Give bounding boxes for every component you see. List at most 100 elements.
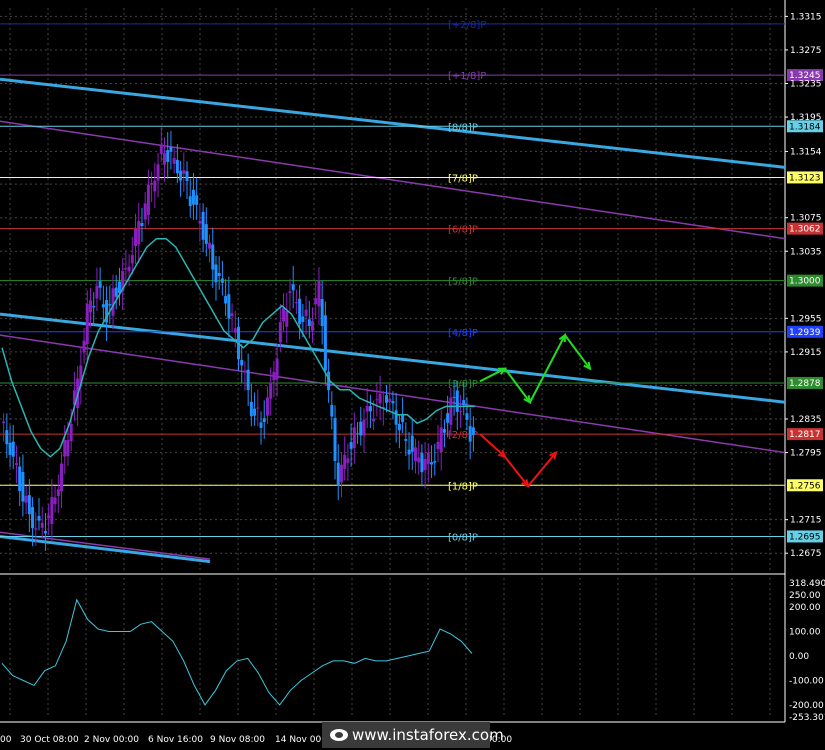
price-tick-label: 1.3315 [790, 12, 822, 22]
candle-body [111, 288, 115, 316]
candle-body [253, 408, 257, 416]
candle-body [162, 153, 166, 165]
candle-body [2, 421, 6, 424]
candle-body [426, 452, 430, 464]
candle-body [401, 414, 405, 423]
candle-body [156, 164, 160, 181]
candle-body [198, 220, 202, 224]
candle-body [314, 298, 318, 305]
candle-body [211, 244, 215, 270]
candle-body [378, 393, 382, 404]
candle-body [407, 449, 411, 455]
candle-body [150, 183, 154, 185]
candle-body [442, 429, 446, 433]
candle-body [385, 395, 389, 403]
candle-body [439, 427, 443, 453]
price-badge-text: 1.3062 [789, 225, 821, 235]
murray-level-label: [1/8]P [448, 481, 478, 492]
candle-body [246, 369, 250, 391]
candle-body [143, 203, 147, 220]
candle-body [436, 441, 440, 450]
candle-body [446, 413, 450, 423]
candle-body [214, 264, 218, 283]
price-badge-text: 1.2939 [789, 328, 821, 338]
price-badge-text: 1.2756 [789, 481, 821, 491]
candle-body [468, 426, 472, 442]
candle-body [208, 242, 212, 249]
candle-body [452, 396, 456, 398]
candle-body [204, 224, 208, 244]
candle-body [301, 316, 305, 322]
candle-body [230, 313, 234, 317]
osc-tick-label: -200.00 [789, 701, 824, 711]
candle-body [11, 441, 15, 457]
candle-body [375, 399, 379, 401]
murray-level-label: [8/8]P [448, 122, 478, 133]
time-tick-label: 2 Nov 00:00 [84, 735, 139, 745]
murray-level-label: [+2/8]P [448, 20, 486, 31]
candle-body [430, 462, 434, 465]
candle-body [275, 358, 279, 379]
candle-body [272, 372, 276, 381]
candle-body [179, 170, 183, 181]
candle-body [14, 463, 18, 466]
candle-body [455, 390, 459, 412]
candle-body [60, 463, 64, 492]
candle-body [333, 418, 337, 462]
candle-body [34, 528, 38, 530]
candle-body [134, 228, 138, 247]
price-tick-label: 1.3275 [790, 46, 822, 56]
candle-body [169, 146, 173, 152]
price-tick-label: 1.2675 [790, 549, 822, 559]
price-tick-label: 1.3154 [790, 147, 822, 157]
candle-body [359, 421, 363, 436]
price-tick-label: 1.2955 [790, 314, 822, 324]
candle-body [217, 273, 221, 277]
candle-body [285, 310, 289, 327]
candle-body [108, 304, 112, 306]
candle-body [304, 309, 308, 317]
candle-body [188, 196, 192, 207]
candle-body [101, 304, 105, 308]
candle-body [233, 328, 237, 333]
candle-body [227, 294, 231, 319]
candle-body [394, 410, 398, 425]
candle-body [352, 427, 356, 448]
murray-level-label: [3/8]P [448, 379, 478, 390]
candle-body [130, 255, 134, 264]
candle-body [423, 458, 427, 471]
candle-body [282, 308, 286, 322]
candle-body [146, 184, 150, 215]
candle-body [243, 370, 247, 373]
candle-body [262, 418, 266, 423]
candle-body [278, 322, 282, 343]
candle-body [269, 382, 273, 399]
price-tick-label: 1.3195 [790, 113, 822, 123]
candle-body [24, 495, 28, 503]
candle-body [465, 413, 469, 420]
candle-body [256, 407, 260, 409]
candle-body [349, 442, 353, 449]
price-badge-text: 1.3123 [789, 173, 821, 183]
price-badge-text: 1.2878 [789, 379, 821, 389]
candle-body [47, 515, 51, 518]
candle-body [140, 222, 144, 227]
price-tick-label: 1.3075 [790, 214, 822, 224]
candle-body [291, 284, 295, 291]
watermark-logo-icon [330, 729, 348, 741]
candle-body [410, 435, 414, 452]
candle-body [298, 298, 302, 325]
candle-body [8, 442, 12, 455]
candle-body [372, 418, 376, 422]
candle-body [98, 281, 102, 288]
time-tick-label: 30 Oct 08:00 [20, 735, 79, 745]
candle-body [404, 439, 408, 441]
price-tick-label: 1.3035 [790, 247, 822, 257]
price-tick-label: 1.2795 [790, 449, 822, 459]
murray-level-label: [6/8]P [448, 225, 478, 236]
candle-body [449, 397, 453, 425]
candle-body [397, 423, 401, 431]
time-tick-label: 00 [0, 735, 12, 745]
candle-body [220, 278, 224, 283]
candle-body [294, 302, 298, 304]
